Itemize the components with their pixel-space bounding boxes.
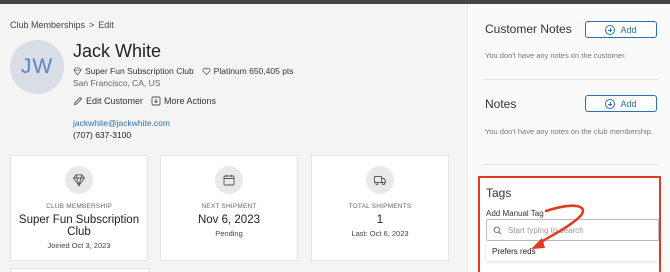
total-shipments-card: TOTAL SHIPMENTS 1 Last: Oct 6, 2023: [311, 155, 449, 261]
avatar: JW: [10, 40, 64, 94]
more-actions-button[interactable]: More Actions: [151, 96, 216, 106]
notes-empty: You don't have any notes on the club mem…: [485, 127, 653, 136]
card-label: TOTAL SHIPMENTS: [348, 203, 412, 210]
tag-search-input[interactable]: Start typing to search: [486, 219, 659, 241]
breadcrumb-separator: >: [89, 20, 95, 30]
card-sub: Last: Oct 6, 2023: [351, 229, 409, 238]
card-value: Nov 6, 2023: [197, 214, 260, 226]
card-value: Super Fun Subscription Club: [18, 214, 140, 238]
divider: [483, 164, 658, 165]
notes-title: Notes: [485, 97, 517, 111]
customer-phone: (707) 637-3100: [73, 130, 132, 140]
customer-email-link[interactable]: jackwhite@jackwhite.com: [73, 118, 170, 128]
plus-circle-icon: [605, 98, 616, 109]
diamond-icon: [73, 66, 82, 76]
edit-customer-button[interactable]: Edit Customer: [73, 96, 143, 106]
card-sub: Joined Oct 3, 2023: [47, 241, 111, 250]
calendar-icon: [223, 174, 235, 186]
right-sidebar: Customer Notes Add You don't have any no…: [467, 4, 670, 272]
next-shipment-card: NEXT SHIPMENT Nov 6, 2023 Pending: [160, 155, 298, 261]
pencil-icon: [73, 96, 83, 106]
customer-location: San Francisco, CA, US: [73, 78, 161, 88]
club-membership-card: CLUB MEMBERSHIP Super Fun Subscription C…: [10, 155, 148, 261]
avatar-initials: JW: [20, 55, 54, 78]
download-icon: [151, 96, 161, 106]
customer-name: Jack White: [73, 41, 162, 61]
tag-suggestion-label: Prefers reds: [492, 247, 536, 256]
more-actions-label: More Actions: [164, 96, 217, 106]
card-sub: Pending: [215, 229, 243, 238]
breadcrumb-current: Edit: [98, 20, 114, 30]
add-button-label: Add: [620, 24, 637, 35]
card-icon-circle: [366, 166, 394, 194]
add-button-label: Add: [620, 98, 637, 109]
card-icon-circle: [65, 166, 93, 194]
add-customer-note-button[interactable]: Add: [585, 21, 657, 38]
customer-actions: Edit Customer More Actions: [73, 96, 224, 106]
additional-card: [10, 268, 150, 272]
tag-suggestion-item[interactable]: Prefers reds: [486, 241, 659, 261]
breadcrumb-parent-link[interactable]: Club Memberships: [10, 20, 85, 30]
customer-notes-title: Customer Notes: [485, 22, 572, 36]
edit-customer-label: Edit Customer: [86, 96, 144, 106]
search-icon: [493, 226, 502, 234]
add-manual-tag-label: Add Manual Tag: [486, 209, 544, 218]
club-name: Super Fun Subscription Club: [85, 66, 194, 76]
card-value: 1: [376, 214, 384, 226]
tags-title: Tags: [486, 186, 512, 200]
tier-points: Platinum 650,405 pts: [213, 66, 294, 76]
card-label: CLUB MEMBERSHIP: [46, 203, 112, 210]
card-icon-circle: [215, 166, 243, 194]
plus-circle-icon: [605, 24, 616, 35]
divider: [483, 79, 658, 80]
main-content: Club Memberships > Edit JW Jack White Supe…: [0, 4, 467, 272]
search-placeholder: Start typing to search: [508, 225, 584, 235]
breadcrumb: Club Memberships > Edit: [10, 20, 114, 30]
tags-section-highlight: Tags Add Manual Tag Start typing to sear…: [478, 176, 661, 272]
truck-icon: [374, 176, 386, 186]
add-note-button[interactable]: Add: [585, 95, 657, 112]
customer-meta: Super Fun Subscription Club Platinum 650…: [73, 66, 294, 76]
card-label: NEXT SHIPMENT: [201, 203, 257, 210]
heart-icon: [202, 67, 211, 75]
diamond-icon: [72, 174, 86, 187]
customer-notes-empty: You don't have any notes on the customer…: [485, 51, 627, 60]
